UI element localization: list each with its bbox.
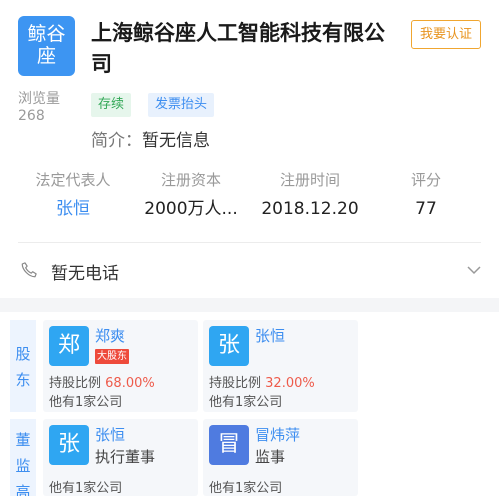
company-count[interactable]: 他有1家公司 <box>49 391 122 410</box>
share-ratio: 持股比例 68.00% <box>49 372 155 391</box>
section-gap <box>0 298 499 312</box>
member-name[interactable]: 张恒 <box>95 424 125 445</box>
member-name[interactable]: 冒炜萍 <box>255 424 300 445</box>
shareholder-name[interactable]: 郑爽 <box>95 325 125 346</box>
phone-text[interactable]: 暂无电话 <box>51 259 119 284</box>
stat-registered-capital: 注册资本 2000万人... <box>138 170 244 220</box>
section-label-char: 股 <box>15 345 31 363</box>
company-count[interactable]: 他有1家公司 <box>209 391 282 410</box>
share-ratio-label: 持股比例 <box>49 376 102 391</box>
share-ratio-value: 68.00% <box>105 376 155 391</box>
company-name: 上海鲸谷座人工智能科技有限公司 <box>91 21 385 76</box>
section-label-char: 监 <box>15 457 31 475</box>
stat-label: 评分 <box>410 171 441 189</box>
company-logo: 鲸谷 座 <box>18 16 75 76</box>
status-badge: 存续 <box>91 93 132 117</box>
stat-score[interactable]: 评分 77 <box>392 170 460 220</box>
stat-value: 77 <box>415 199 437 219</box>
member-role: 监事 <box>255 448 286 466</box>
section-label-char: 董 <box>15 431 31 449</box>
member-role: 执行董事 <box>95 448 156 466</box>
intro-value: 暂无信息 <box>142 131 210 151</box>
logo-text-line2: 座 <box>36 45 56 67</box>
board-member-card[interactable]: 冒 冒炜萍 监事 他有1家公司 <box>203 419 358 496</box>
divider <box>18 242 481 243</box>
board-member-card[interactable]: 张 张恒 执行董事 他有1家公司 <box>43 419 198 496</box>
shareholder-name[interactable]: 张恒 <box>255 325 285 346</box>
share-ratio-value: 32.00% <box>265 376 315 391</box>
views-label: 浏览量 <box>18 91 60 107</box>
stat-value: 2000万人... <box>144 199 238 219</box>
company-count[interactable]: 他有1家公司 <box>209 477 282 496</box>
intro-label: 简介： <box>91 131 142 151</box>
stat-value[interactable]: 张恒 <box>28 198 118 220</box>
board-section-label[interactable]: 董 监 高 <box>10 419 36 496</box>
stat-label: 法定代表人 <box>35 171 111 189</box>
views-count: 268 <box>18 108 45 124</box>
section-label-char: 东 <box>15 371 31 389</box>
shareholder-card[interactable]: 郑 郑爽 大股东 持股比例 68.00% 他有1家公司 <box>43 320 198 412</box>
logo-text-line1: 鲸谷 <box>27 23 66 45</box>
claim-button[interactable]: 我要认证 <box>411 20 481 49</box>
company-count[interactable]: 他有1家公司 <box>49 477 122 496</box>
share-ratio-label: 持股比例 <box>209 376 262 391</box>
avatar: 张 <box>49 425 89 465</box>
section-label-char: 高 <box>15 483 31 496</box>
avatar: 冒 <box>209 425 249 465</box>
company-intro: 简介：暂无信息 <box>91 126 210 151</box>
phone-icon <box>21 262 37 278</box>
stat-registration-date: 注册时间 2018.12.20 <box>260 170 360 220</box>
invoice-title-tag[interactable]: 发票抬头 <box>148 93 215 117</box>
share-ratio: 持股比例 32.00% <box>209 372 315 391</box>
shareholder-card[interactable]: 张 张恒 持股比例 32.00% 他有1家公司 <box>203 320 358 412</box>
stat-value: 2018.12.20 <box>261 199 359 219</box>
shareholders-section-label[interactable]: 股 东 <box>10 320 36 412</box>
avatar: 郑 <box>49 326 89 366</box>
major-shareholder-badge: 大股东 <box>95 349 129 364</box>
stat-label: 注册资本 <box>160 171 221 189</box>
chevron-down-icon[interactable] <box>467 263 481 277</box>
avatar: 张 <box>209 326 249 366</box>
stat-label: 注册时间 <box>279 171 340 189</box>
stat-legal-rep[interactable]: 法定代表人 张恒 <box>28 170 118 220</box>
